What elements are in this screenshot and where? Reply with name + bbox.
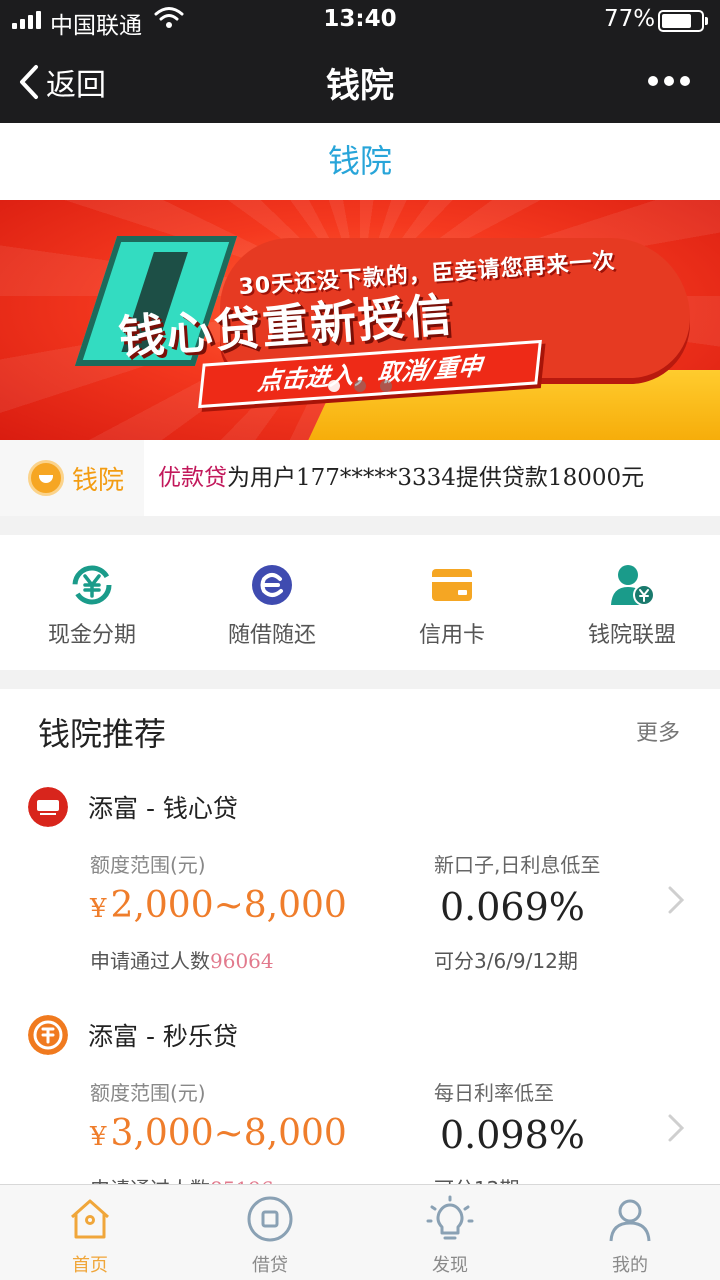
tab-discover[interactable]: 发现 [360,1185,540,1280]
loan-ticker: 钱院 优款贷为用户177*****3334提供贷款18000元 [0,440,720,516]
chevron-left-icon [20,65,38,99]
loan-terms: 可分3/6/9/12期 [434,949,578,973]
top-bar: 中国联通 13:40 77% 返回 钱院 [0,0,720,123]
chevron-right-icon [668,886,685,914]
loan-name: 添富 - 秒乐贷 [88,1022,238,1051]
loan-range: ¥3,000~8,000 [90,1113,347,1154]
profile-icon [609,1199,651,1242]
menu-item-credit-card[interactable]: 信用卡 [360,535,540,670]
ticker-brand: 钱院 [0,440,144,516]
rate-label: 每日利率低至 [434,1081,554,1105]
range-label: 额度范围(元) [90,1081,206,1105]
menu-label: 现金分期 [47,623,136,648]
site-header: 钱院 [0,123,720,200]
promo-banner[interactable]: 30天还没下款的，臣妾请您再来一次 钱心贷重新授信 点击进入，取消/重申 [0,200,720,440]
rate-label: 新口子,日利息低至 [434,853,601,877]
ticker-message[interactable]: 优款贷为用户177*****3334提供贷款18000元 [158,440,644,516]
loan-range: ¥2,000~8,000 [90,885,347,926]
tab-label: 借贷 [252,1255,288,1276]
tab-label: 首页 [72,1255,108,1276]
back-button[interactable]: 返回 [18,60,106,104]
lender-logo-icon [28,1015,68,1055]
tab-label: 发现 [432,1255,468,1276]
loan-card-miaoledai[interactable]: 添富 - 秒乐贷 额度范围(元) ¥3,000~8,000 申请通过人数8519… [0,1015,720,1185]
carousel-dot[interactable] [328,380,340,392]
tab-loan[interactable]: 借贷 [180,1185,360,1280]
range-label: 额度范围(元) [90,853,206,877]
more-dots-icon [648,76,658,86]
ticker-lender: 优款贷 [158,465,227,491]
carousel-dots[interactable] [0,380,720,394]
status-bar: 中国联通 13:40 77% [0,0,720,40]
battery-percent: 77% [604,6,656,32]
menu-label: 信用卡 [418,623,485,648]
menu-item-cash-installment[interactable]: 现金分期 [0,535,180,670]
ticker-brand-label: 钱院 [72,465,125,496]
e-coin-icon [252,565,292,605]
loan-rate: 0.098% [440,1113,585,1157]
carousel-dot[interactable] [354,380,366,392]
recommend-section: 钱院推荐 更多 添富 - 钱心贷 额度范围(元) ¥2,000~8,000 申请… [0,689,720,1185]
menu-label: 随借随还 [227,623,316,648]
loan-rate: 0.069% [440,885,585,929]
quick-menu: 现金分期 随借随还 信用卡 钱院联盟 [0,535,720,670]
menu-item-alliance[interactable]: 钱院联盟 [540,535,720,670]
page-title: 钱院 [326,66,394,106]
bulb-icon [426,1195,474,1240]
loan-icon [247,1196,293,1242]
home-icon [71,1199,109,1239]
battery-fill [662,14,691,28]
app-screen: 中国联通 13:40 77% 返回 钱院 钱院 30天还没下款的，臣妾请您再来一… [0,0,720,1280]
tab-home[interactable]: 首页 [0,1185,180,1280]
credit-card-icon [432,569,472,601]
lender-logo-icon [28,787,68,827]
user-yuan-icon [611,565,654,606]
back-label: 返回 [46,68,106,103]
carousel-dot[interactable] [380,380,392,392]
tab-bar: 首页 借贷 发现 我的 [0,1184,720,1280]
approved-count: 申请通过人数96064 [90,949,274,973]
more-button[interactable] [648,68,698,94]
nav-bar: 返回 钱院 [0,40,720,123]
yuan-cycle-icon [72,565,112,605]
battery-icon [658,10,708,32]
chevron-right-icon [668,1114,685,1142]
menu-item-flexible-loan[interactable]: 随借随还 [180,535,360,670]
ticker-text: 为用户177*****3334提供贷款18000元 [227,465,645,491]
section-title: 钱院推荐 [38,715,167,753]
more-link[interactable]: 更多 [636,715,680,747]
menu-label: 钱院联盟 [587,623,676,648]
loan-name: 添富 - 钱心贷 [88,794,238,823]
coin-logo-icon [28,460,64,496]
tab-label: 我的 [612,1255,648,1276]
tab-profile[interactable]: 我的 [540,1185,720,1280]
loan-card-qianxindai[interactable]: 添富 - 钱心贷 额度范围(元) ¥2,000~8,000 申请通过人数9606… [0,787,720,1007]
